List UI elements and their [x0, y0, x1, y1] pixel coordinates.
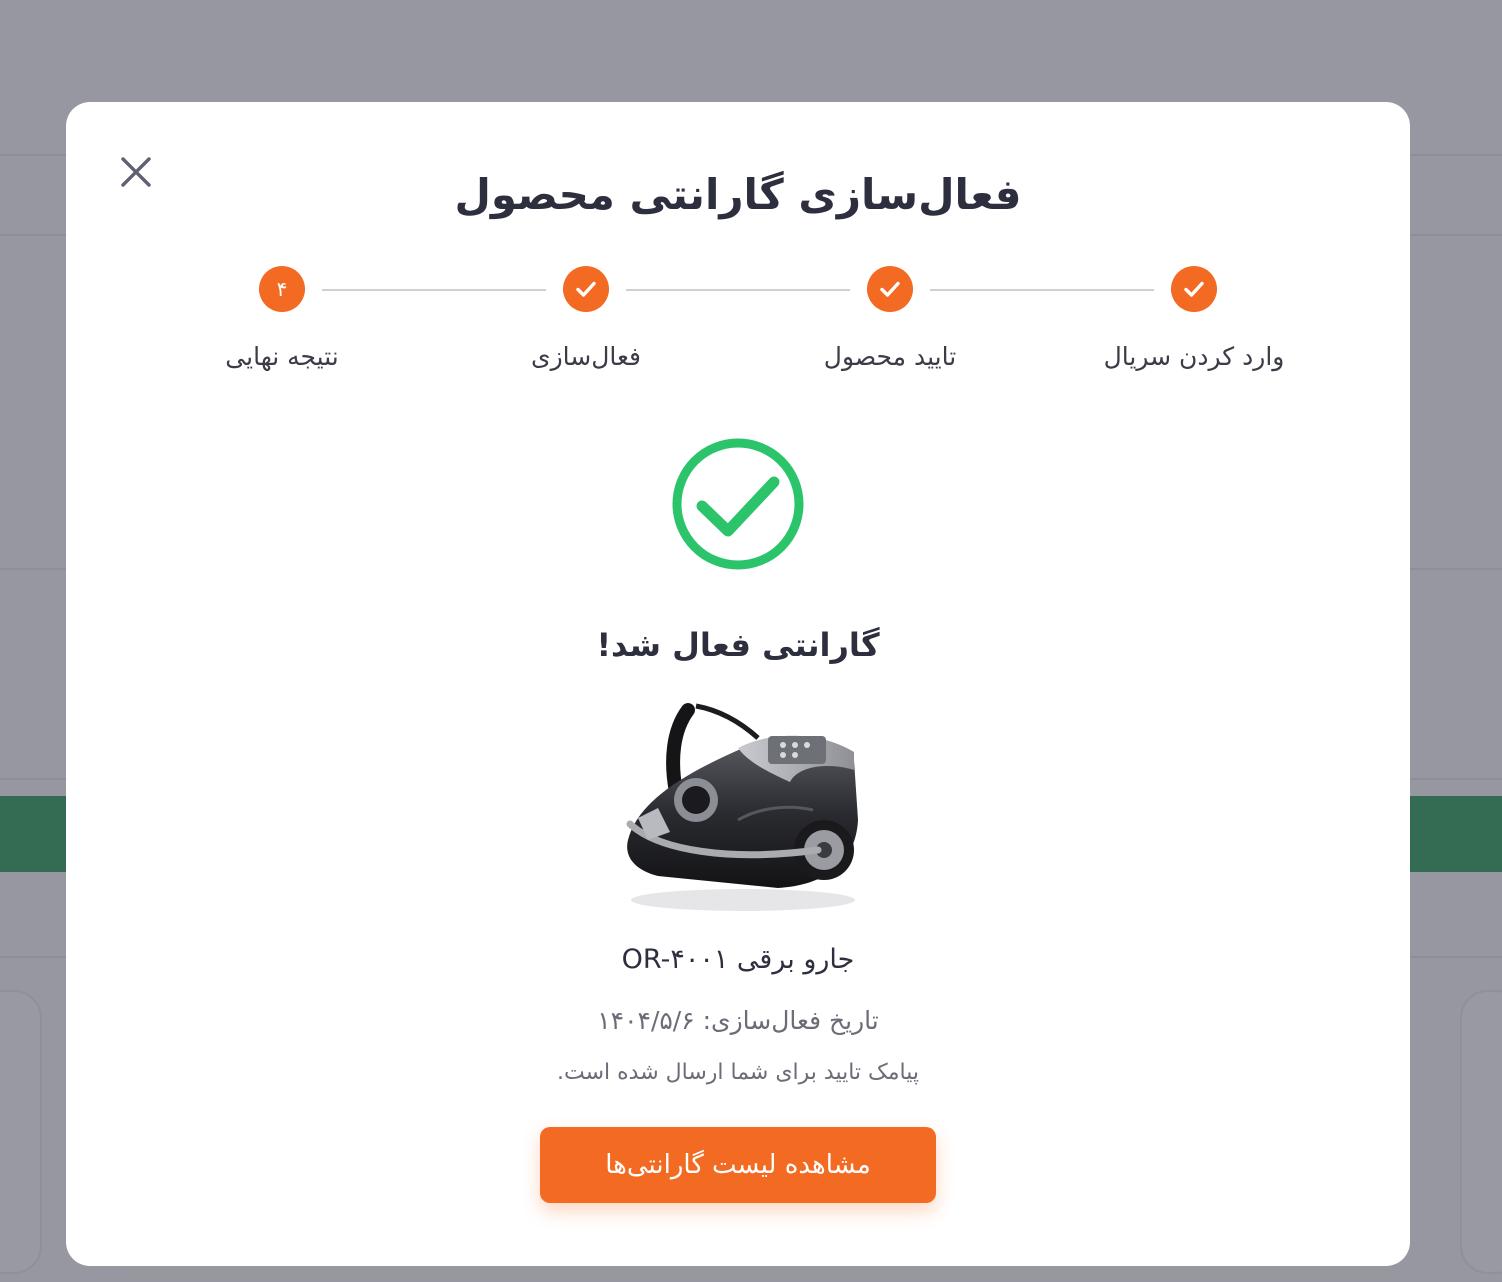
- warranty-activation-modal: فعال‌سازی گارانتی محصول ۴ وارد کردن سریا…: [66, 102, 1410, 1266]
- step-2-indicator: [867, 266, 913, 312]
- vacuum-cleaner-image: [618, 700, 858, 914]
- step-number: ۴: [276, 277, 288, 301]
- step-connector: [626, 289, 850, 291]
- success-check-icon: [672, 438, 804, 570]
- step-connector: [930, 289, 1154, 291]
- check-icon: [576, 281, 596, 297]
- step-connector: [322, 289, 546, 291]
- step-3-indicator: [563, 266, 609, 312]
- check-icon: [1184, 281, 1204, 297]
- step-1-indicator: [1171, 266, 1217, 312]
- view-warranties-button[interactable]: مشاهده لیست گارانتی‌ها: [540, 1127, 936, 1203]
- progress-stepper: ۴ وارد کردن سریال تایید محصول فعال‌سازی …: [66, 102, 1410, 402]
- step-4-indicator: ۴: [259, 266, 305, 312]
- success-title: گارانتی فعال شد!: [596, 626, 880, 664]
- step-1-label: وارد کردن سریال: [1103, 342, 1285, 371]
- step-2-label: تایید محصول: [823, 342, 957, 371]
- step-3-label: فعال‌سازی: [531, 342, 641, 371]
- activation-date: تاریخ فعال‌سازی: ۱۴۰۴/۵/۶: [597, 1006, 879, 1035]
- check-icon: [880, 281, 900, 297]
- step-4-label: نتیجه نهایی: [225, 342, 339, 371]
- sms-confirmation-note: پیامک تایید برای شما ارسال شده است.: [557, 1060, 919, 1085]
- product-name: جارو برقی OR-۴۰۰۱: [621, 944, 855, 975]
